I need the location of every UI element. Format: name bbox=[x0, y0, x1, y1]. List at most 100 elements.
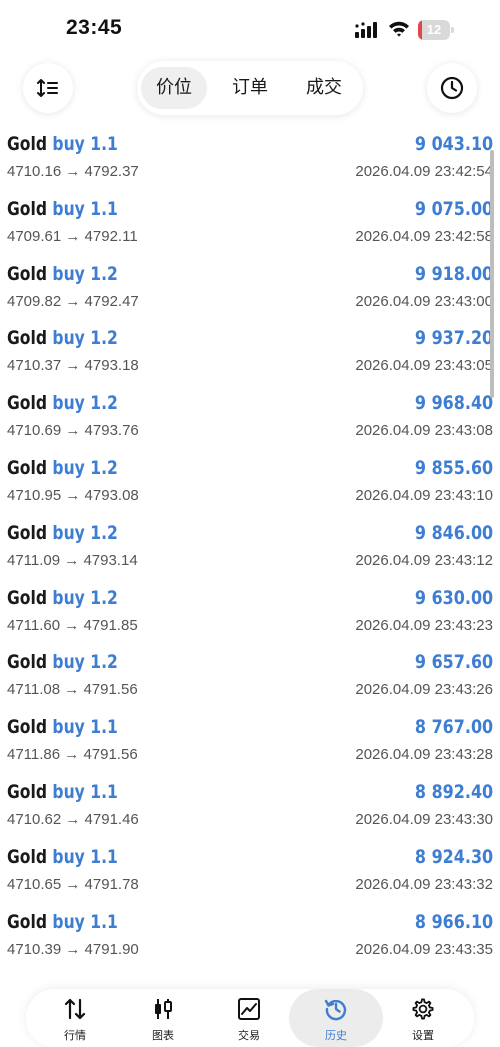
deal-time: 2026.04.09 23:42:54 bbox=[355, 163, 493, 180]
tab-deals[interactable]: 成交 bbox=[291, 67, 357, 109]
deal-volume: 1.2 bbox=[90, 521, 118, 544]
nav-quotes[interactable]: 行情 bbox=[38, 989, 112, 1047]
deal-volume: 1.2 bbox=[90, 262, 118, 285]
deal-row[interactable]: Gold buy 1.1 4710.65 → 4791.78 8 924.30 202… bbox=[0, 841, 500, 906]
deal-prices: 4710.62 → 4791.46 bbox=[7, 811, 139, 828]
nav-quotes-label: 行情 bbox=[64, 1029, 86, 1042]
deal-time: 2026.04.09 23:43:12 bbox=[355, 551, 493, 569]
deal-row[interactable]: Gold buy 1.1 4710.39 → 4791.90 8 966.10 202… bbox=[0, 906, 500, 971]
deal-volume: 1.2 bbox=[90, 327, 118, 350]
deal-profit: 9 075.00 bbox=[414, 197, 493, 220]
deal-side: buy bbox=[52, 457, 85, 479]
deal-prices: 4710.95 → 4793.08 bbox=[7, 487, 139, 504]
deal-time: 2026.04.09 23:43:28 bbox=[355, 746, 493, 764]
deal-side: buy bbox=[52, 521, 85, 544]
deal-profit: 9 918.00 bbox=[414, 262, 493, 285]
deal-time: 2026.04.09 23:43:32 bbox=[355, 875, 493, 893]
status-bar: 23:45 12 bbox=[0, 0, 500, 58]
deal-symbol: Gold bbox=[7, 716, 47, 739]
deal-symbol: Gold bbox=[7, 781, 47, 803]
nav-history[interactable]: 历史 bbox=[289, 989, 383, 1047]
nav-charts-label: 图表 bbox=[152, 1029, 174, 1042]
deal-title: Gold buy 1.1 bbox=[7, 716, 118, 738]
deal-volume: 1.1 bbox=[90, 716, 118, 739]
deal-symbol: Gold bbox=[7, 133, 47, 155]
nav-history-label: 历史 bbox=[325, 1029, 347, 1042]
deal-profit: 9 968.40 bbox=[414, 392, 493, 415]
battery-cap bbox=[451, 27, 454, 33]
deal-volume: 1.1 bbox=[90, 133, 118, 155]
deal-prices: 4710.39 → 4791.90 bbox=[7, 940, 139, 958]
deal-profit: 8 966.10 bbox=[414, 910, 493, 933]
deal-profit: 9 043.10 bbox=[414, 133, 493, 155]
deal-volume: 1.2 bbox=[90, 586, 118, 609]
battery-body: 12 bbox=[418, 20, 450, 40]
deal-volume: 1.2 bbox=[90, 457, 118, 479]
deal-prices: 4710.69 → 4793.76 bbox=[7, 422, 139, 440]
deal-time: 2026.04.09 23:43:35 bbox=[355, 940, 493, 958]
tab-positions[interactable]: 价位 bbox=[141, 67, 207, 109]
bottom-nav: 行情 图表 交易 历史 设置 bbox=[26, 989, 474, 1047]
deal-row[interactable]: Gold buy 1.2 4711.09 → 4793.14 9 846.00 202… bbox=[0, 517, 500, 582]
deal-row[interactable]: Gold buy 1.1 4709.61 → 4792.11 9 075.00 202… bbox=[0, 193, 500, 258]
deal-title: Gold buy 1.1 bbox=[7, 133, 118, 155]
sort-button[interactable] bbox=[23, 63, 73, 113]
nav-trade-label: 交易 bbox=[238, 1029, 260, 1042]
deal-row[interactable]: Gold buy 1.1 4711.86 → 4791.56 8 767.00 202… bbox=[0, 711, 500, 776]
deal-symbol: Gold bbox=[7, 392, 47, 415]
deal-title: Gold buy 1.2 bbox=[7, 522, 118, 544]
signal-icon bbox=[355, 22, 377, 38]
deal-profit: 8 767.00 bbox=[414, 716, 493, 739]
deal-symbol: Gold bbox=[7, 197, 47, 220]
deal-title: Gold buy 1.1 bbox=[7, 846, 118, 868]
deal-time: 2026.04.09 23:43:10 bbox=[355, 487, 493, 504]
deal-symbol: Gold bbox=[7, 327, 47, 350]
deal-symbol: Gold bbox=[7, 651, 47, 674]
deal-profit: 9 937.20 bbox=[414, 327, 493, 350]
deal-volume: 1.2 bbox=[90, 392, 118, 415]
deal-title: Gold buy 1.1 bbox=[7, 781, 118, 803]
deal-profit: 9 855.60 bbox=[414, 457, 493, 479]
deal-symbol: Gold bbox=[7, 910, 47, 933]
sort-icon bbox=[37, 79, 58, 97]
deal-row[interactable]: Gold buy 1.2 4711.60 → 4791.85 9 630.00 202… bbox=[0, 582, 500, 647]
deal-prices: 4710.16 → 4792.37 bbox=[7, 163, 139, 180]
deal-row[interactable]: Gold buy 1.2 4710.69 → 4793.76 9 968.40 202… bbox=[0, 387, 500, 452]
deal-time: 2026.04.09 23:43:26 bbox=[355, 681, 493, 699]
deal-row[interactable]: Gold buy 1.1 4710.62 → 4791.46 8 892.40 202… bbox=[0, 776, 500, 841]
gear-icon bbox=[412, 998, 434, 1020]
deal-symbol: Gold bbox=[7, 457, 47, 479]
deal-side: buy bbox=[52, 133, 85, 155]
deal-row[interactable]: Gold buy 1.1 4710.16 → 4792.37 9 043.10 202… bbox=[0, 128, 500, 193]
deal-prices: 4711.09 → 4793.14 bbox=[7, 551, 138, 569]
nav-settings[interactable]: 设置 bbox=[386, 989, 460, 1047]
deal-row[interactable]: Gold buy 1.2 4710.95 → 4793.08 9 855.60 202… bbox=[0, 452, 500, 517]
deal-prices: 4711.60 → 4791.85 bbox=[7, 616, 138, 634]
deal-title: Gold buy 1.1 bbox=[7, 911, 118, 933]
deal-volume: 1.2 bbox=[90, 651, 118, 674]
battery-icon: 12 bbox=[418, 20, 454, 40]
deal-prices: 4710.65 → 4791.78 bbox=[7, 875, 139, 893]
deal-side: buy bbox=[52, 781, 85, 803]
deal-row[interactable]: Gold buy 1.2 4711.08 → 4791.56 9 657.60 202… bbox=[0, 646, 500, 711]
deal-title: Gold buy 1.2 bbox=[7, 457, 118, 479]
deal-side: buy bbox=[52, 392, 85, 415]
nav-charts[interactable]: 图表 bbox=[126, 989, 200, 1047]
tab-orders[interactable]: 订单 bbox=[217, 67, 283, 109]
deal-side: buy bbox=[52, 845, 85, 868]
deal-time: 2026.04.09 23:43:30 bbox=[355, 811, 493, 828]
deal-title: Gold buy 1.2 bbox=[7, 587, 118, 609]
deal-title: Gold buy 1.1 bbox=[7, 198, 118, 220]
scrollbar[interactable] bbox=[490, 150, 494, 398]
deal-row[interactable]: Gold buy 1.2 4709.82 → 4792.47 9 918.00 202… bbox=[0, 258, 500, 323]
period-button[interactable] bbox=[427, 63, 477, 113]
deal-profit: 9 657.60 bbox=[414, 651, 493, 674]
deal-prices: 4709.61 → 4792.11 bbox=[7, 227, 138, 245]
nav-trade[interactable]: 交易 bbox=[212, 989, 286, 1047]
deal-side: buy bbox=[52, 910, 85, 933]
status-time: 23:45 bbox=[66, 16, 123, 39]
deal-time: 2026.04.09 23:43:05 bbox=[355, 357, 493, 375]
deal-time: 2026.04.09 23:42:58 bbox=[355, 227, 493, 245]
deal-row[interactable]: Gold buy 1.2 4710.37 → 4793.18 9 937.20 202… bbox=[0, 322, 500, 387]
battery-level: 12 bbox=[426, 22, 442, 37]
